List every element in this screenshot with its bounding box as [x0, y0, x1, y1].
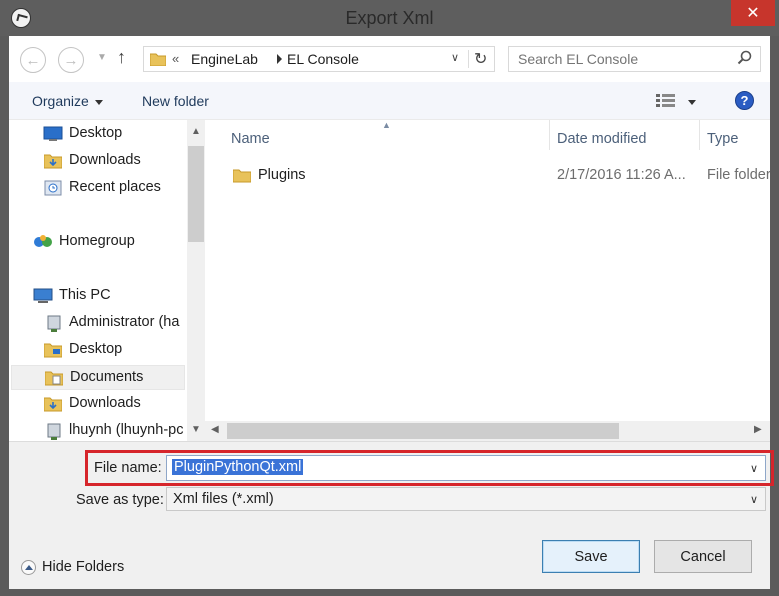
nav-item-label: Homegroup [59, 233, 135, 249]
folder-icon [233, 169, 251, 183]
scroll-thumb[interactable] [227, 423, 619, 439]
view-options-dropdown[interactable] [688, 100, 696, 105]
nav-item-label: Desktop [69, 125, 123, 141]
nav-item-desktop[interactable]: Desktop [9, 122, 187, 147]
nav-item-downloads-2[interactable]: Downloads [9, 392, 187, 417]
save-as-type-value: Xml files (*.xml) [173, 491, 274, 507]
desktop-icon [43, 126, 63, 141]
breadcrumb-enginelab[interactable]: EngineLab [191, 51, 258, 67]
address-dropdown-icon[interactable]: ∨ [451, 51, 459, 64]
nav-item-label: This PC [59, 287, 111, 303]
nav-item-label: Downloads [69, 152, 141, 168]
file-type: File folder [707, 167, 770, 183]
network-drive-icon [47, 315, 61, 332]
search-input[interactable] [509, 47, 729, 71]
export-xml-dialog: Export Xml ✕ ← → ▼ ↑ « EngineLab EL Cons… [0, 0, 779, 596]
sort-ascending-icon: ▲ [382, 120, 391, 130]
folder-icon [44, 343, 62, 358]
help-icon[interactable]: ? [735, 91, 754, 110]
file-list-horizontal-scrollbar[interactable]: ◀ ▶ [205, 421, 770, 441]
nav-item-label: Administrator (ha [69, 314, 180, 330]
column-header-type[interactable]: Type [707, 131, 738, 147]
organize-label: Organize [32, 93, 89, 109]
address-overflow-chevron[interactable]: « [172, 51, 179, 66]
change-view-icon[interactable] [656, 94, 678, 109]
scroll-thumb[interactable] [188, 146, 204, 242]
title-bar[interactable]: Export Xml ✕ [0, 0, 779, 36]
new-folder-button[interactable]: New folder [142, 93, 209, 109]
nav-item-documents[interactable]: Documents [11, 365, 185, 390]
file-date-modified: 2/17/2016 11:26 A... [557, 167, 686, 183]
column-header-name[interactable]: Name [231, 131, 270, 147]
up-one-level-button[interactable]: ↑ [117, 47, 126, 68]
nav-item-label: Downloads [69, 395, 141, 411]
navigation-pane: Desktop Downloads Recent places Homegrou… [9, 120, 205, 441]
recent-places-icon [44, 180, 62, 196]
address-row: ← → ▼ ↑ « EngineLab EL Console ∨ ↻ [9, 36, 770, 82]
nav-item-administrator[interactable]: Administrator (ha [9, 311, 187, 336]
back-button[interactable]: ← [20, 47, 46, 73]
scroll-left-icon[interactable]: ◀ [211, 424, 219, 435]
folder-icon [150, 53, 166, 66]
downloads-folder-icon [44, 397, 62, 412]
homegroup-icon [34, 235, 52, 247]
chevron-down-icon[interactable]: ∨ [750, 493, 758, 506]
column-divider[interactable] [549, 120, 550, 150]
breadcrumb-separator-icon[interactable] [277, 54, 282, 64]
save-panel: File name: PluginPythonQt.xml ∨ Save as … [9, 441, 774, 589]
back-arrow-icon: ← [25, 51, 41, 69]
network-drive-icon [47, 423, 61, 440]
scroll-up-icon[interactable]: ▲ [191, 126, 201, 137]
forward-button[interactable]: → [58, 47, 84, 73]
scroll-right-icon[interactable]: ▶ [754, 424, 762, 435]
cancel-button[interactable]: Cancel [654, 540, 752, 573]
search-icon[interactable] [737, 50, 753, 66]
collapse-up-icon [21, 560, 36, 575]
recent-locations-dropdown[interactable]: ▼ [97, 52, 107, 63]
chevron-down-icon [94, 99, 103, 105]
command-toolbar: Organize New folder ? [9, 82, 770, 120]
search-box[interactable] [508, 46, 761, 72]
nav-item-desktop-folder[interactable]: Desktop [9, 338, 187, 363]
dialog-body: ← → ▼ ↑ « EngineLab EL Console ∨ ↻ Searc… [9, 36, 774, 589]
documents-folder-icon [45, 371, 63, 386]
nav-item-label: Desktop [69, 341, 123, 357]
nav-item-downloads[interactable]: Downloads [9, 149, 187, 174]
nav-item-label: lhuynh (lhuynh-pc [69, 422, 184, 438]
highlight-annotation-box [85, 450, 774, 486]
nav-item-label: Recent places [69, 179, 161, 195]
hide-folders-label: Hide Folders [42, 559, 125, 575]
file-name: Plugins [258, 167, 306, 183]
file-row-plugins[interactable]: Plugins 2/17/2016 11:26 A... File folder [205, 164, 770, 188]
up-arrow-icon: ↑ [117, 47, 126, 67]
refresh-icon[interactable]: ↻ [474, 49, 487, 69]
column-divider[interactable] [699, 120, 700, 150]
window-title: Export Xml [345, 8, 434, 28]
nav-item-lhuynh[interactable]: lhuynh (lhuynh-pc [9, 419, 187, 441]
close-button[interactable]: ✕ [731, 0, 775, 26]
address-divider [468, 50, 469, 68]
breadcrumb-el-console[interactable]: EL Console [287, 51, 359, 67]
save-as-type-label: Save as type: [76, 492, 164, 508]
nav-item-recent-places[interactable]: Recent places [9, 176, 187, 201]
save-as-type-select[interactable]: Xml files (*.xml) ∨ [166, 487, 766, 511]
this-pc-icon [33, 288, 53, 303]
downloads-folder-icon [44, 154, 62, 169]
forward-arrow-icon: → [63, 51, 79, 69]
address-bar[interactable]: « EngineLab EL Console ∨ ↻ [143, 46, 495, 72]
organize-button[interactable]: Organize [32, 93, 103, 109]
column-header-date-modified[interactable]: Date modified [557, 131, 646, 147]
navigation-pane-scrollbar[interactable]: ▲ ▼ [187, 120, 205, 441]
scroll-down-icon[interactable]: ▼ [191, 424, 201, 435]
nav-item-label: Documents [70, 369, 144, 385]
save-button[interactable]: Save [542, 540, 640, 573]
file-list: ▲ Name Date modified Type Plugins 2/17/2… [205, 120, 770, 441]
nav-item-this-pc[interactable]: This PC [9, 284, 187, 309]
nav-item-homegroup[interactable]: Homegroup [9, 230, 187, 255]
